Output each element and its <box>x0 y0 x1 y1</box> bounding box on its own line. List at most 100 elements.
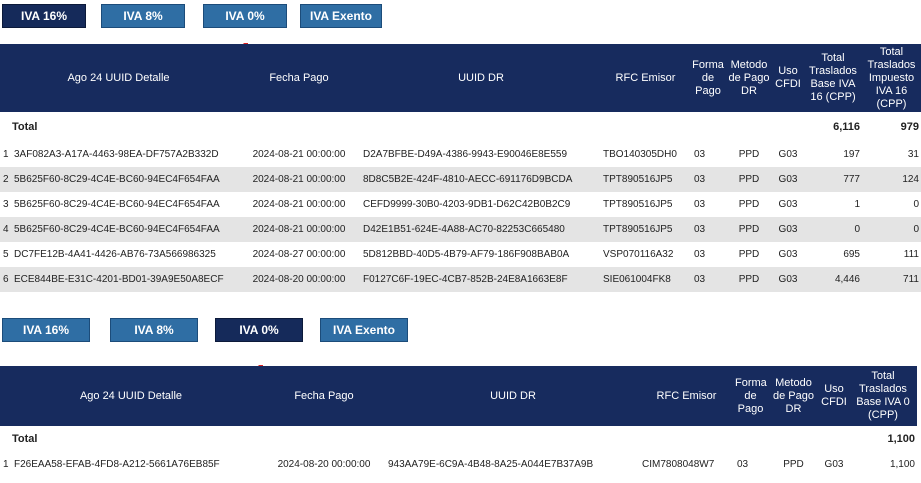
cell-fecha-pago: 2024-08-21 00:00:00 <box>237 142 361 167</box>
cell-forma-pago: 03 <box>690 142 726 167</box>
cell-uso-cfdi: G03 <box>772 217 804 242</box>
cell-uuid-dr: F0127C6F-19EC-4CB7-852B-24E8A1663E8F <box>361 267 601 292</box>
cell-rfc-emisor: VSP070116A32 <box>601 242 690 267</box>
cell-impuesto-iva: 0 <box>862 192 921 217</box>
cell-metodo-pago: PPD <box>726 217 772 242</box>
col-header-uuid-detalle[interactable]: Ago 24 UUID Detalle <box>0 44 237 112</box>
cell-forma-pago: 03 <box>690 167 726 192</box>
tab-iva-16[interactable]: IVA 16% <box>2 4 86 28</box>
row-index: 2 <box>3 174 9 185</box>
cell-base-iva: 4,446 <box>804 267 862 292</box>
table-row[interactable]: 4 5B625F60-8C29-4C4E-BC60-94EC4F654FAA 202… <box>0 217 921 242</box>
tab-iva-16[interactable]: IVA 16% <box>2 318 90 342</box>
cell-base-iva: 0 <box>804 217 862 242</box>
cell-uuid-detalle: 1 F26EAA58-EFAB-4FD8-A212-5661A76EB85F <box>0 452 262 477</box>
tab-iva-0[interactable]: IVA 0% <box>203 4 287 28</box>
total-base: 6,116 <box>804 112 862 142</box>
col-header-base-iva16[interactable]: Total Traslados Base IVA 16 (CPP) <box>804 44 862 112</box>
col-header-metodo-pago[interactable]: Metodo de Pago DR <box>726 44 772 112</box>
row-index: 5 <box>3 249 9 260</box>
table-row[interactable]: 6 ECE844BE-E31C-4201-BD01-39A9E50A8ECF 202… <box>0 267 921 292</box>
cell-uuid-dr: D2A7BFBE-D49A-4386-9943-E90046E8E559 <box>361 142 601 167</box>
col-header-forma-pago[interactable]: Forma de Pago <box>733 366 768 426</box>
cell-uso-cfdi: G03 <box>772 242 804 267</box>
cell-base-iva: 1 <box>804 192 862 217</box>
cell-uuid-dr: 8D8C5B2E-424F-4810-AECC-691176D9BCDA <box>361 167 601 192</box>
cell-uuid-detalle: 6 ECE844BE-E31C-4201-BD01-39A9E50A8ECF <box>0 267 237 292</box>
col-header-fecha-pago[interactable]: Fecha Pago <box>262 366 386 426</box>
col-header-forma-pago[interactable]: Forma de Pago <box>690 44 726 112</box>
tab-iva-8[interactable]: IVA 8% <box>101 4 185 28</box>
row-index: 3 <box>3 199 9 210</box>
table-row[interactable]: 1 F26EAA58-EFAB-4FD8-A212-5661A76EB85F 202… <box>0 452 917 477</box>
cell-uso-cfdi: G03 <box>772 267 804 292</box>
cell-uuid-detalle: 2 5B625F60-8C29-4C4E-BC60-94EC4F654FAA <box>0 167 237 192</box>
cell-fecha-pago: 2024-08-21 00:00:00 <box>237 167 361 192</box>
cell-uuid-dr: 943AA79E-6C9A-4B48-8A25-A044E7B37A9B <box>386 452 640 477</box>
col-header-rfc-emisor[interactable]: RFC Emisor <box>640 366 733 426</box>
total-label: Total <box>0 426 849 452</box>
row-index: 1 <box>3 149 9 160</box>
cell-fecha-pago: 2024-08-20 00:00:00 <box>262 452 386 477</box>
tab-iva-exento[interactable]: IVA Exento <box>300 4 382 28</box>
cell-uuid-dr: D42E1B51-624E-4A88-AC70-82253C665480 <box>361 217 601 242</box>
col-header-uuid-dr[interactable]: UUID DR <box>361 44 601 112</box>
cell-rfc-emisor: TPT890516JP5 <box>601 167 690 192</box>
table-row[interactable]: 5 DC7FE12B-4A41-4426-AB76-73A566986325 202… <box>0 242 921 267</box>
cell-uuid-detalle: 5 DC7FE12B-4A41-4426-AB76-73A566986325 <box>0 242 237 267</box>
cell-metodo-pago: PPD <box>726 142 772 167</box>
uuid-detalle-value: F26EAA58-EFAB-4FD8-A212-5661A76EB85F <box>14 459 220 470</box>
cell-metodo-pago: PPD <box>768 452 819 477</box>
cell-rfc-emisor: TBO140305DH0 <box>601 142 690 167</box>
uuid-detalle-value: ECE844BE-E31C-4201-BD01-39A9E50A8ECF <box>14 274 224 285</box>
cell-forma-pago: 03 <box>690 192 726 217</box>
total-row: Total 6,116 979 <box>0 112 921 142</box>
cell-rfc-emisor: CIM7808048W7 <box>640 452 733 477</box>
total-label: Total <box>0 112 804 142</box>
cell-uuid-dr: 5D812BBD-40D5-4B79-AF79-186F908BAB0A <box>361 242 601 267</box>
cell-base-iva: 695 <box>804 242 862 267</box>
cell-base-iva: 197 <box>804 142 862 167</box>
col-header-fecha-pago[interactable]: Fecha Pago <box>237 44 361 112</box>
table-row[interactable]: 3 5B625F60-8C29-4C4E-BC60-94EC4F654FAA 202… <box>0 192 921 217</box>
cell-impuesto-iva: 124 <box>862 167 921 192</box>
cell-rfc-emisor: SIE061004FK8 <box>601 267 690 292</box>
tab-iva-exento[interactable]: IVA Exento <box>320 318 408 342</box>
table-row[interactable]: 2 5B625F60-8C29-4C4E-BC60-94EC4F654FAA 202… <box>0 167 921 192</box>
col-header-metodo-pago[interactable]: Metodo de Pago DR <box>768 366 819 426</box>
table-row[interactable]: 1 3AF082A3-A17A-4463-98EA-DF757A2B332D 202… <box>0 142 921 167</box>
col-header-uuid-dr[interactable]: UUID DR <box>386 366 640 426</box>
col-header-uuid-detalle[interactable]: Ago 24 UUID Detalle <box>0 366 262 426</box>
cell-fecha-pago: 2024-08-20 00:00:00 <box>237 267 361 292</box>
uuid-detalle-value: 5B625F60-8C29-4C4E-BC60-94EC4F654FAA <box>14 174 220 185</box>
uuid-detalle-value: 5B625F60-8C29-4C4E-BC60-94EC4F654FAA <box>14 224 220 235</box>
cell-impuesto-iva: 31 <box>862 142 921 167</box>
total-impuesto: 979 <box>862 112 921 142</box>
cell-forma-pago: 03 <box>733 452 768 477</box>
cell-uuid-detalle: 3 5B625F60-8C29-4C4E-BC60-94EC4F654FAA <box>0 192 237 217</box>
uuid-detalle-value: DC7FE12B-4A41-4426-AB76-73A566986325 <box>14 249 216 260</box>
row-index: 4 <box>3 224 9 235</box>
cell-fecha-pago: 2024-08-21 00:00:00 <box>237 192 361 217</box>
col-header-uso-cfdi[interactable]: Uso CFDI <box>772 44 804 112</box>
col-header-impuesto-iva16[interactable]: Total Traslados Impuesto IVA 16 (CPP) <box>862 44 921 112</box>
cell-impuesto-iva: 111 <box>862 242 921 267</box>
tab-iva-8[interactable]: IVA 8% <box>110 318 198 342</box>
cell-fecha-pago: 2024-08-27 00:00:00 <box>237 242 361 267</box>
cell-rfc-emisor: TPT890516JP5 <box>601 217 690 242</box>
row-index: 1 <box>3 459 9 470</box>
cell-metodo-pago: PPD <box>726 167 772 192</box>
total-base: 1,100 <box>849 426 917 452</box>
cell-uso-cfdi: G03 <box>819 452 849 477</box>
col-header-rfc-emisor[interactable]: RFC Emisor <box>601 44 690 112</box>
cell-impuesto-iva: 0 <box>862 217 921 242</box>
cell-forma-pago: 03 <box>690 242 726 267</box>
cell-uso-cfdi: G03 <box>772 167 804 192</box>
col-header-uso-cfdi[interactable]: Uso CFDI <box>819 366 849 426</box>
tab-iva-0[interactable]: IVA 0% <box>215 318 303 342</box>
uuid-detalle-value: 5B625F60-8C29-4C4E-BC60-94EC4F654FAA <box>14 199 220 210</box>
iva16-table-body: Total 6,116 979 1 3AF082A3-A17A-4463-98EA… <box>0 112 921 292</box>
row-index: 6 <box>3 274 9 285</box>
cell-impuesto-iva: 711 <box>862 267 921 292</box>
col-header-base-iva0[interactable]: Total Traslados Base IVA 0 (CPP) <box>849 366 917 426</box>
